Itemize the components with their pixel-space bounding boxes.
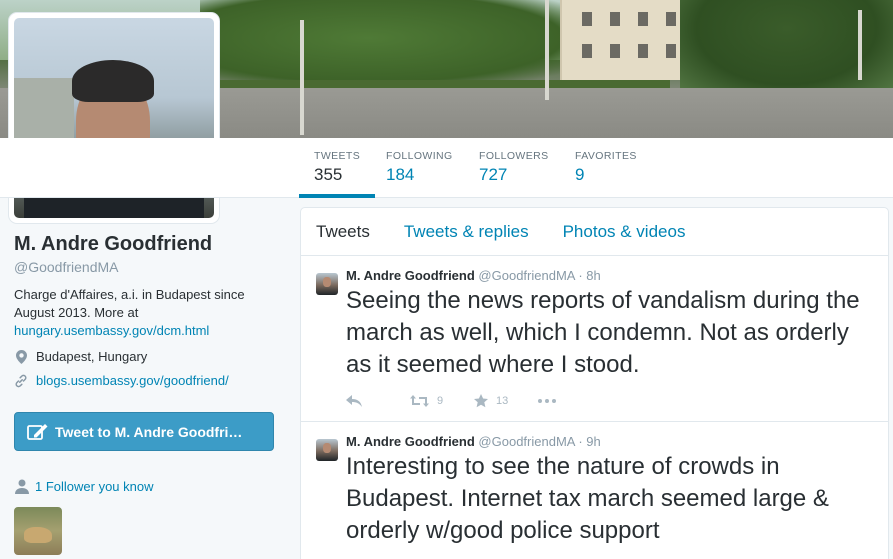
tweet-avatar[interactable]: [316, 439, 338, 461]
profile-card: M. Andre Goodfriend @GoodfriendMA Charge…: [14, 233, 284, 388]
tweet-text: Interesting to see the nature of crowds …: [346, 453, 829, 544]
stat-following-label: FOLLOWING: [386, 150, 453, 162]
reply-icon: [346, 395, 362, 407]
profile-name[interactable]: M. Andre Goodfriend: [14, 233, 284, 256]
tweet[interactable]: M. Andre Goodfriend @GoodfriendMA · 8h S…: [301, 256, 888, 422]
tweet-to-button-label: Tweet to M. Andre Goodfri…: [55, 423, 243, 440]
tweet-timestamp[interactable]: · 9h: [578, 434, 600, 449]
profile-website-link[interactable]: blogs.usembassy.gov/goodfriend/: [36, 373, 229, 388]
profile-nav: TWEETS 355 FOLLOWING 184 FOLLOWERS 727 F…: [0, 138, 893, 198]
stat-tweets-value: 355: [314, 165, 343, 184]
stat-favorites[interactable]: FAVORITES 9: [560, 138, 652, 198]
tweet-author-handle[interactable]: @GoodfriendMA: [478, 268, 574, 283]
tweet-actions: 9 13: [346, 391, 873, 411]
link-icon: [14, 374, 28, 388]
tab-tweets[interactable]: Tweets: [316, 222, 370, 242]
profile-bio-link[interactable]: hungary.usembassy.gov/dcm.html: [14, 323, 209, 338]
compose-tweet-icon: [27, 423, 49, 441]
retweet-count: 9: [437, 395, 444, 407]
stat-following[interactable]: FOLLOWING 184: [371, 138, 468, 198]
stat-tweets-label: TWEETS: [314, 150, 361, 162]
tweet-timestamp[interactable]: · 8h: [578, 268, 600, 283]
star-icon: [474, 394, 488, 408]
stat-favorites-value: 9: [575, 165, 585, 184]
tweet-author-name[interactable]: M. Andre Goodfriend: [346, 268, 475, 283]
stat-favorites-label: FAVORITES: [575, 150, 637, 162]
profile-bio: Charge d'Affaires, a.i. in Budapest sinc…: [14, 286, 284, 340]
favorite-button[interactable]: 13: [474, 394, 538, 408]
stat-following-value: 184: [386, 165, 415, 184]
profile-bio-text: Charge d'Affaires, a.i. in Budapest sinc…: [14, 287, 245, 320]
stat-tweets[interactable]: TWEETS 355: [299, 138, 376, 198]
tweet-avatar[interactable]: [316, 273, 338, 295]
reply-button[interactable]: [346, 395, 410, 407]
retweet-button[interactable]: 9: [410, 395, 474, 407]
person-icon: [14, 478, 30, 494]
tweet-author-handle[interactable]: @GoodfriendMA: [478, 434, 574, 449]
tab-tweets-replies[interactable]: Tweets & replies: [404, 222, 529, 242]
followers-you-know-label: 1 Follower you know: [35, 478, 154, 494]
profile-location: Budapest, Hungary: [36, 349, 148, 364]
tweet[interactable]: M. Andre Goodfriend @GoodfriendMA · 9h I…: [301, 422, 888, 557]
retweet-icon: [410, 395, 429, 407]
location-pin-icon: [14, 349, 28, 364]
tweet-to-button[interactable]: Tweet to M. Andre Goodfri…: [14, 412, 274, 451]
tab-photos-videos[interactable]: Photos & videos: [563, 222, 686, 242]
follower-avatar[interactable]: [14, 507, 62, 555]
stat-followers-label: FOLLOWERS: [479, 150, 549, 162]
more-button[interactable]: [538, 399, 602, 403]
favorite-count: 13: [496, 395, 509, 407]
stat-followers-value: 727: [479, 165, 508, 184]
followers-you-know-link[interactable]: 1 Follower you know: [14, 478, 154, 494]
timeline-tabs: Tweets Tweets & replies Photos & videos: [301, 208, 888, 256]
profile-website-row: blogs.usembassy.gov/goodfriend/: [14, 373, 284, 388]
stat-followers[interactable]: FOLLOWERS 727: [464, 138, 564, 198]
timeline: Tweets Tweets & replies Photos & videos …: [300, 207, 889, 559]
profile-location-row: Budapest, Hungary: [14, 349, 284, 364]
more-dots-icon: [538, 399, 556, 403]
profile-handle[interactable]: @GoodfriendMA: [14, 259, 284, 275]
tweet-text: Seeing the news reports of vandalism dur…: [346, 287, 860, 378]
tweet-author-name[interactable]: M. Andre Goodfriend: [346, 434, 475, 449]
